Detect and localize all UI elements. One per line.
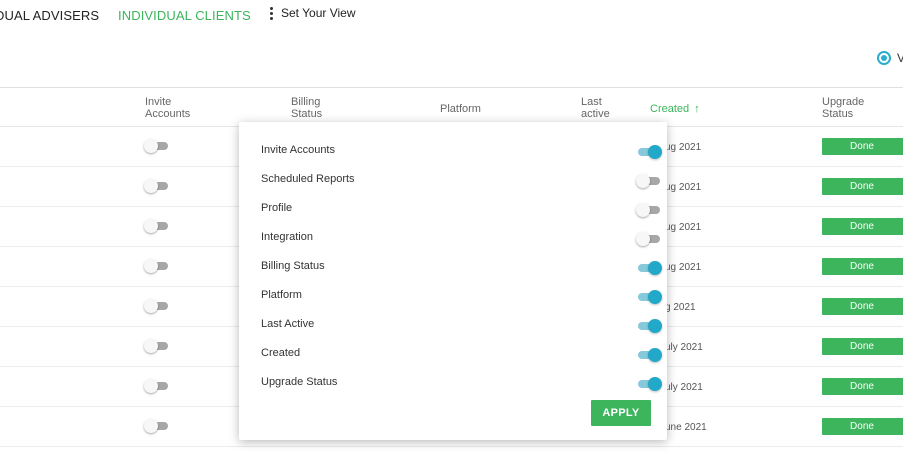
column-option-label: Integration <box>261 231 313 243</box>
column-option-label: Scheduled Reports <box>261 173 355 185</box>
toggle-knob <box>144 179 158 193</box>
set-your-view-button[interactable]: Set Your View <box>270 6 356 20</box>
set-your-view-label: Set Your View <box>281 6 356 20</box>
column-header-platform[interactable]: Platform <box>440 103 481 115</box>
column-visibility-toggle[interactable] <box>636 377 662 391</box>
upgrade-status-badge: Done <box>822 378 903 395</box>
column-option: Upgrade Status <box>261 375 662 393</box>
upgrade-status-badge: Done <box>822 218 903 235</box>
toggle-knob <box>648 377 662 391</box>
upgrade-status-badge: Done <box>822 138 903 155</box>
column-option: Billing Status <box>261 259 662 277</box>
column-visibility-toggle[interactable] <box>636 145 662 159</box>
invite-account-toggle[interactable] <box>144 139 170 153</box>
column-visibility-toggle[interactable] <box>636 290 662 304</box>
invite-account-toggle[interactable] <box>144 219 170 233</box>
created-date: g 2021 <box>665 302 696 313</box>
created-date: ug 2021 <box>665 262 702 273</box>
column-option: Last Active <box>261 317 662 335</box>
invite-account-toggle[interactable] <box>144 419 170 433</box>
column-header-created[interactable]: Created ↑ <box>650 103 700 115</box>
column-option: Integration <box>261 230 660 248</box>
created-date: ug 2021 <box>665 142 702 153</box>
toggle-knob <box>648 290 662 304</box>
created-date: uly 2021 <box>665 382 703 393</box>
view-radio-label: V <box>897 51 903 65</box>
toggle-knob <box>144 339 158 353</box>
toggle-knob <box>648 261 662 275</box>
header-divider <box>0 87 903 88</box>
sort-ascending-icon: ↑ <box>694 103 700 115</box>
column-option-label: Invite Accounts <box>261 144 335 156</box>
more-vertical-icon <box>270 6 273 20</box>
column-option: Profile <box>261 201 660 219</box>
column-visibility-toggle[interactable] <box>636 348 662 362</box>
view-radio[interactable]: V <box>877 51 903 65</box>
column-header-upgrade-status[interactable]: Upgrade Status <box>822 96 872 120</box>
created-date: uly 2021 <box>665 342 703 353</box>
column-header-billing-status[interactable]: Billing Status <box>291 96 331 120</box>
toggle-knob <box>144 379 158 393</box>
set-view-popup: Invite Accounts Scheduled Reports Profile I… <box>239 122 667 440</box>
invite-account-toggle[interactable] <box>144 379 170 393</box>
column-visibility-toggle[interactable] <box>636 174 662 188</box>
column-option: Platform <box>261 288 662 306</box>
column-header-last-active[interactable]: Last active <box>581 96 611 120</box>
column-visibility-toggle[interactable] <box>636 203 662 217</box>
column-option-label: Billing Status <box>261 260 325 272</box>
toggle-knob <box>636 203 650 217</box>
apply-button[interactable]: APPLY <box>591 400 651 426</box>
invite-account-toggle[interactable] <box>144 299 170 313</box>
invite-account-toggle[interactable] <box>144 179 170 193</box>
created-label: Created <box>650 103 690 115</box>
upgrade-status-badge: Done <box>822 258 903 275</box>
created-date: ug 2021 <box>665 222 702 233</box>
tab-individual-advisers[interactable]: DUAL ADVISERS <box>0 8 99 23</box>
tab-individual-clients[interactable]: INDIVIDUAL CLIENTS <box>118 8 251 23</box>
created-date: ug 2021 <box>665 182 702 193</box>
radio-selected-icon <box>877 51 891 65</box>
column-option-label: Created <box>261 347 301 359</box>
toggle-knob <box>648 348 662 362</box>
toggle-knob <box>144 419 158 433</box>
toggle-knob <box>636 232 650 246</box>
column-option: Scheduled Reports <box>261 172 660 190</box>
upgrade-status-badge: Done <box>822 338 903 355</box>
toggle-knob <box>144 299 158 313</box>
column-visibility-toggle[interactable] <box>636 261 662 275</box>
column-header-invite-accounts[interactable]: Invite Accounts <box>145 96 195 120</box>
column-option-label: Profile <box>261 202 293 214</box>
toggle-knob <box>144 139 158 153</box>
invite-account-toggle[interactable] <box>144 339 170 353</box>
upgrade-status-badge: Done <box>822 178 903 195</box>
column-option-label: Platform <box>261 289 302 301</box>
upgrade-status-badge: Done <box>822 298 903 315</box>
toggle-knob <box>648 145 662 159</box>
tab-bar: DUAL ADVISERS INDIVIDUAL CLIENTS Set You… <box>0 0 903 30</box>
invite-account-toggle[interactable] <box>144 259 170 273</box>
toggle-knob <box>144 219 158 233</box>
column-option: Invite Accounts <box>261 143 662 161</box>
created-date: une 2021 <box>665 422 707 433</box>
column-option-label: Upgrade Status <box>261 376 338 388</box>
toggle-knob <box>648 319 662 333</box>
column-option-label: Last Active <box>261 318 315 330</box>
column-visibility-toggle[interactable] <box>636 232 662 246</box>
toggle-knob <box>144 259 158 273</box>
column-option: Created <box>261 346 662 364</box>
column-visibility-toggle[interactable] <box>636 319 662 333</box>
upgrade-status-badge: Done <box>822 418 903 435</box>
toggle-knob <box>636 174 650 188</box>
